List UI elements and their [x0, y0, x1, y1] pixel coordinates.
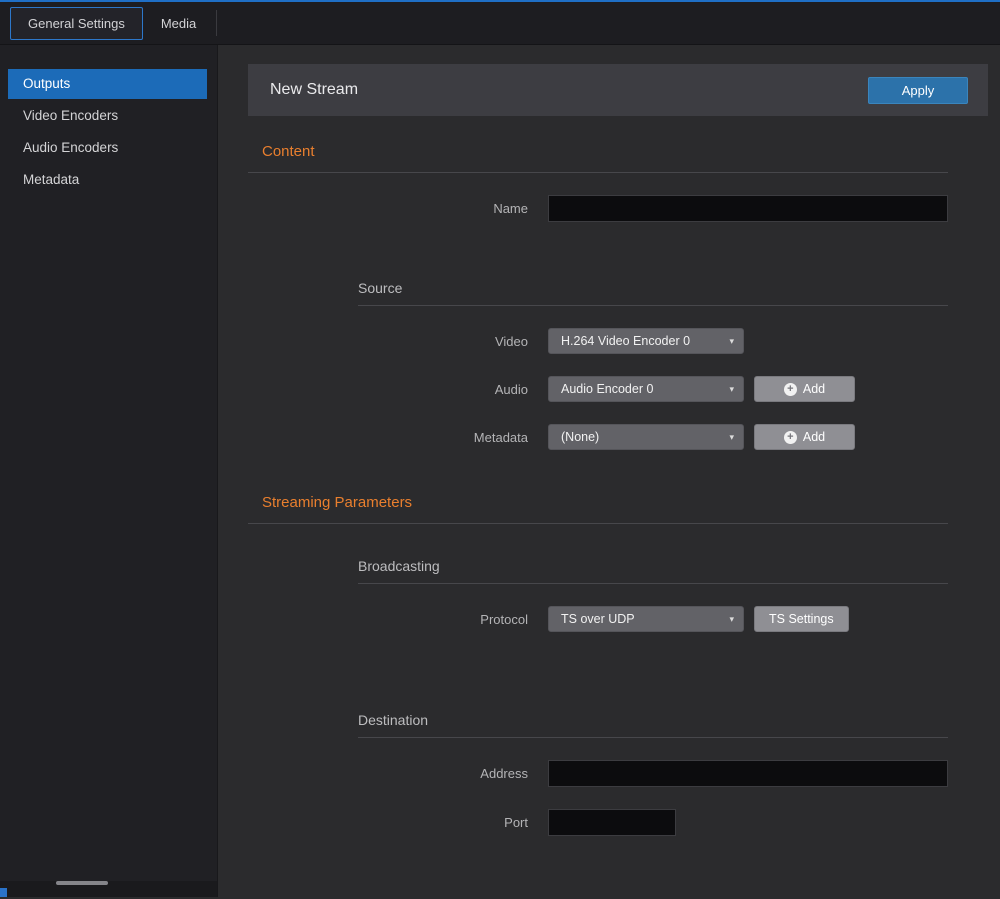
- section-divider: [248, 172, 948, 173]
- subsection-heading-source: Source: [358, 280, 948, 296]
- add-audio-button[interactable]: + Add: [754, 376, 855, 402]
- plus-icon: +: [784, 431, 797, 444]
- metadata-source-dropdown[interactable]: (None) ▾: [548, 424, 744, 450]
- chevron-down-icon: ▾: [729, 432, 734, 443]
- chevron-down-icon: ▾: [729, 614, 734, 625]
- protocol-label: Protocol: [248, 612, 528, 627]
- protocol-row: Protocol TS over UDP ▾ TS Settings: [248, 606, 1000, 632]
- metadata-source-value: (None): [561, 430, 599, 444]
- section-heading-streaming-parameters: Streaming Parameters: [262, 494, 1000, 511]
- app-window: General Settings Media Outputs Video Enc…: [0, 0, 1000, 899]
- metadata-row: Metadata (None) ▾ + Add: [248, 424, 1000, 450]
- tab-media[interactable]: Media: [143, 7, 214, 40]
- port-label: Port: [248, 815, 528, 830]
- sidebar-item-metadata[interactable]: Metadata: [8, 165, 207, 195]
- audio-label: Audio: [248, 382, 528, 397]
- video-label: Video: [248, 334, 528, 349]
- horizontal-scrollbar-thumb[interactable]: [56, 881, 108, 885]
- metadata-label: Metadata: [248, 430, 528, 445]
- video-source-dropdown[interactable]: H.264 Video Encoder 0 ▾: [548, 328, 744, 354]
- add-metadata-button[interactable]: + Add: [754, 424, 855, 450]
- chevron-down-icon: ▾: [729, 384, 734, 395]
- add-audio-label: Add: [803, 382, 825, 396]
- name-input[interactable]: [548, 195, 948, 222]
- section-divider: [248, 523, 948, 524]
- section-heading-content: Content: [262, 143, 1000, 160]
- apply-button[interactable]: Apply: [868, 77, 968, 104]
- chevron-down-icon: ▾: [729, 336, 734, 347]
- audio-row: Audio Audio Encoder 0 ▾ + Add: [248, 376, 1000, 402]
- panel-header: New Stream Apply: [248, 64, 988, 116]
- sidebar-item-outputs[interactable]: Outputs: [8, 69, 207, 99]
- corner-accent: [0, 888, 7, 897]
- ts-settings-button[interactable]: TS Settings: [754, 606, 849, 632]
- port-row: Port: [248, 809, 1000, 836]
- name-label: Name: [248, 201, 528, 216]
- video-row: Video H.264 Video Encoder 0 ▾: [248, 328, 1000, 354]
- video-source-value: H.264 Video Encoder 0: [561, 334, 690, 348]
- address-row: Address: [248, 760, 1000, 787]
- tab-general-settings[interactable]: General Settings: [10, 7, 143, 40]
- sidebar-item-audio-encoders[interactable]: Audio Encoders: [8, 133, 207, 163]
- horizontal-scrollbar-track[interactable]: [0, 881, 217, 897]
- subsection-broadcasting: Broadcasting: [358, 558, 948, 584]
- port-input[interactable]: [548, 809, 676, 836]
- sidebar: Outputs Video Encoders Audio Encoders Me…: [0, 45, 218, 897]
- audio-source-value: Audio Encoder 0: [561, 382, 653, 396]
- subsection-source: Source: [358, 280, 948, 306]
- body-layout: Outputs Video Encoders Audio Encoders Me…: [0, 45, 1000, 897]
- subsection-heading-destination: Destination: [358, 712, 948, 728]
- tab-divider: [216, 10, 217, 36]
- top-tab-bar: General Settings Media: [0, 0, 1000, 45]
- audio-source-dropdown[interactable]: Audio Encoder 0 ▾: [548, 376, 744, 402]
- subsection-heading-broadcasting: Broadcasting: [358, 558, 948, 574]
- page-title: New Stream: [270, 81, 358, 99]
- add-metadata-label: Add: [803, 430, 825, 444]
- name-row: Name: [248, 195, 1000, 222]
- ts-settings-label: TS Settings: [769, 612, 834, 626]
- subsection-destination: Destination: [358, 712, 948, 738]
- address-input[interactable]: [548, 760, 948, 787]
- main-panel: New Stream Apply Content Name Source Vid…: [218, 45, 1000, 897]
- sidebar-item-video-encoders[interactable]: Video Encoders: [8, 101, 207, 131]
- plus-icon: +: [784, 383, 797, 396]
- address-label: Address: [248, 766, 528, 781]
- protocol-value: TS over UDP: [561, 612, 635, 626]
- protocol-dropdown[interactable]: TS over UDP ▾: [548, 606, 744, 632]
